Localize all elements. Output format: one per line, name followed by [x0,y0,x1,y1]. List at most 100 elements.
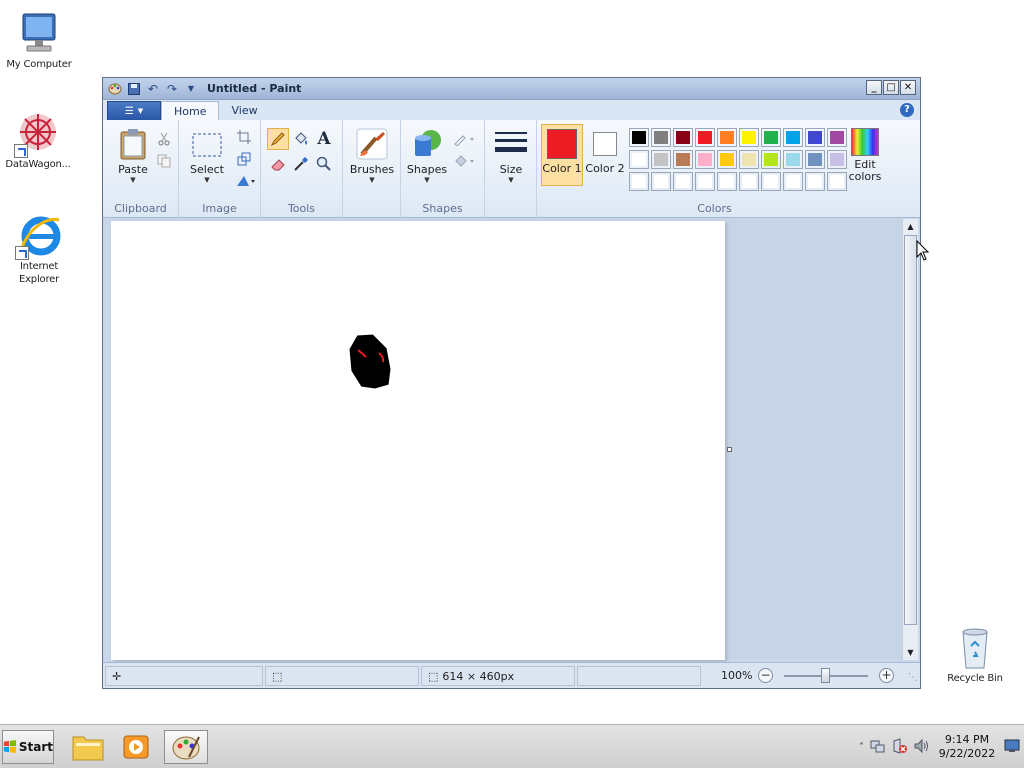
close-button[interactable]: ✕ [900,80,916,95]
undo-icon[interactable]: ↶ [145,81,161,97]
drawing-canvas[interactable] [111,221,725,660]
palette-swatch[interactable] [805,128,825,147]
resize-grip-icon[interactable]: ⋱ [908,672,918,683]
palette-swatch[interactable] [783,128,803,147]
maximize-button[interactable]: □ [883,80,899,95]
palette-swatch[interactable] [717,128,737,147]
chevron-down-icon: ▼ [424,176,430,184]
zoom-slider-thumb[interactable] [821,668,830,683]
vertical-scrollbar[interactable]: ▲ ▼ [902,219,918,660]
customize-qat-icon[interactable]: ▼ [183,81,199,97]
palette-swatch[interactable] [651,172,671,191]
network-icon[interactable] [870,738,886,757]
paint-menu-button[interactable]: ☰ ▼ [107,101,161,120]
palette-swatch[interactable] [739,172,759,191]
volume-icon[interactable] [914,738,930,757]
palette-swatch[interactable] [673,128,693,147]
paste-button[interactable]: Paste ▼ [113,128,153,184]
palette-swatch-color [830,131,844,144]
palette-swatch-color [830,153,844,166]
title-bar[interactable]: ↶ ↷ ▼ Untitled - Paint _ □ ✕ [103,78,920,100]
color1-button[interactable]: Color 1 [541,124,583,186]
palette-swatch[interactable] [651,150,671,169]
crop-icon[interactable] [233,126,255,148]
palette-swatch[interactable] [629,172,649,191]
tab-view[interactable]: View [219,101,269,120]
start-button[interactable]: Start [2,730,54,764]
redo-icon[interactable]: ↷ [164,81,180,97]
paint-palette-icon [172,736,200,760]
palette-swatch[interactable] [827,150,847,169]
fill-tool-icon[interactable] [290,128,312,150]
palette-swatch[interactable] [651,128,671,147]
select-button[interactable]: Select ▼ [187,128,227,184]
palette-swatch[interactable] [673,172,693,191]
palette-swatch[interactable] [739,128,759,147]
mouse-cursor-icon [916,240,930,261]
palette-swatch[interactable] [629,128,649,147]
palette-swatch[interactable] [783,150,803,169]
palette-swatch[interactable] [695,150,715,169]
palette-swatch[interactable] [761,150,781,169]
palette-swatch[interactable] [761,172,781,191]
eraser-tool-icon[interactable] [267,153,289,175]
palette-swatch[interactable] [761,128,781,147]
palette-swatch[interactable] [717,172,737,191]
palette-swatch[interactable] [805,172,825,191]
chevron-down-icon: ▼ [508,176,514,184]
resize-icon[interactable] [233,148,255,170]
clock[interactable]: 9:14 PM 9/22/2022 [936,733,998,761]
save-icon[interactable] [126,81,142,97]
zoom-in-button[interactable]: + [879,668,894,683]
paint-app-icon[interactable] [107,81,123,97]
palette-swatch[interactable] [695,128,715,147]
text-tool-icon[interactable]: A [313,128,335,150]
canvas-resize-handle[interactable] [727,447,732,452]
minimize-button[interactable]: _ [866,80,882,95]
taskbar-media-player[interactable] [114,730,158,764]
select-rectangle-icon [191,128,223,160]
palette-swatch[interactable] [739,150,759,169]
pencil-tool-icon[interactable] [267,128,289,150]
outline-icon[interactable] [451,128,479,150]
taskbar-explorer[interactable] [66,730,110,764]
tab-home[interactable]: Home [161,101,220,120]
taskbar-paint[interactable] [164,730,208,764]
brushes-button[interactable]: Brushes ▼ [349,128,395,184]
show-desktop-button[interactable] [1004,739,1020,756]
palette-swatch[interactable] [805,150,825,169]
edit-colors-button[interactable]: Edit colors [845,128,885,183]
palette-swatch-color [808,131,822,144]
palette-swatch[interactable] [827,128,847,147]
palette-swatch-color [786,175,800,188]
palette-swatch[interactable] [717,150,737,169]
desktop-icon-recycle-bin[interactable]: Recycle Bin [937,624,1013,685]
shapes-button[interactable]: Shapes ▼ [405,128,449,184]
chevron-down-icon: ▼ [204,176,210,184]
scroll-down-icon[interactable]: ▼ [903,645,918,660]
help-icon[interactable]: ? [900,103,914,117]
menu-icon: ☰ [124,105,134,117]
palette-swatch[interactable] [783,172,803,191]
desktop-icon-internet-explorer[interactable]: Internet Explorer [1,212,77,286]
palette-swatch[interactable] [629,150,649,169]
zoom-out-button[interactable]: − [758,668,773,683]
cut-icon[interactable] [153,128,175,150]
rotate-icon[interactable] [233,170,259,192]
desktop-icon-datawagon[interactable]: DataWagon... [0,110,76,171]
palette-swatch[interactable] [695,172,715,191]
palette-swatch[interactable] [673,150,693,169]
size-button[interactable]: Size ▼ [491,128,531,184]
scroll-thumb[interactable] [904,235,917,625]
palette-swatch[interactable] [827,172,847,191]
fill-icon[interactable] [451,150,479,172]
magnifier-icon[interactable] [313,153,335,175]
desktop-icon-label: DataWagon... [5,159,71,170]
desktop-icon-my-computer[interactable]: My Computer [1,10,77,71]
color-picker-icon[interactable] [290,153,312,175]
show-hidden-icons-icon[interactable]: ˄ [859,742,864,753]
action-center-icon[interactable] [892,737,908,757]
color2-button[interactable]: Color 2 [585,124,625,186]
copy-icon[interactable] [153,150,175,172]
scroll-up-icon[interactable]: ▲ [903,219,918,234]
